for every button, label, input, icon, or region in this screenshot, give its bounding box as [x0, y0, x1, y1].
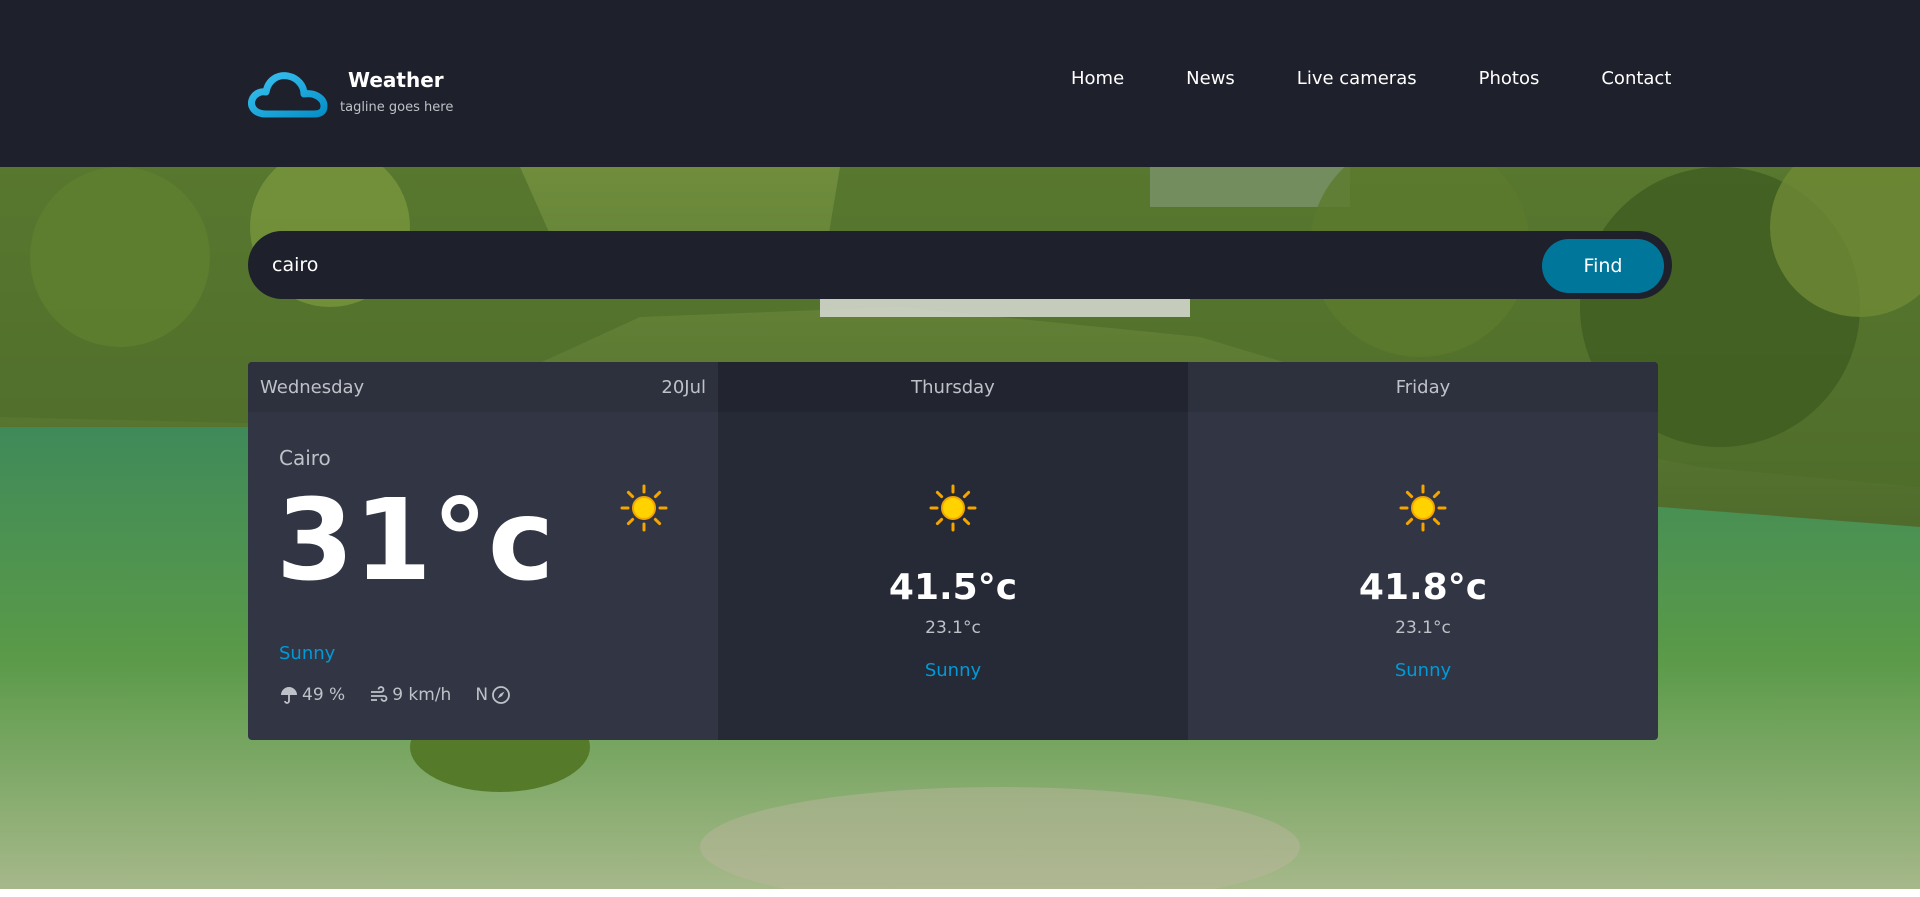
forecast-day-name: Thursday — [911, 376, 995, 398]
today-day: Wednesday — [260, 376, 365, 398]
brand-tagline: tagline goes here — [340, 100, 454, 115]
humidity-value: 49 % — [302, 685, 346, 705]
nav-contact[interactable]: Contact — [1601, 68, 1671, 89]
forecast-table: Wednesday 20Jul Cairo 31°c Sunny 49 % 9 … — [248, 362, 1658, 740]
nav-live-cameras[interactable]: Live cameras — [1297, 68, 1417, 89]
max-temperature: 41.8°c — [1358, 567, 1488, 608]
brand-name[interactable]: Weather — [348, 68, 444, 92]
forecast-day-header: Thursday — [718, 362, 1188, 412]
wind-icon — [371, 686, 388, 702]
sun-icon — [620, 484, 668, 532]
nav-home[interactable]: Home — [1071, 68, 1124, 89]
today-forecast: Wednesday 20Jul Cairo 31°c Sunny 49 % 9 … — [248, 362, 718, 740]
min-temperature: 23.1°c — [925, 618, 981, 638]
today-date: 20Jul — [661, 376, 706, 398]
current-temperature: 31°c — [276, 476, 555, 606]
find-button[interactable]: Find — [1542, 239, 1664, 293]
nav-photos[interactable]: Photos — [1479, 68, 1540, 89]
today-header: Wednesday 20Jul — [248, 362, 718, 412]
forecast-day-header: Friday — [1188, 362, 1658, 412]
today-condition: Sunny — [279, 643, 336, 664]
forecast-condition: Sunny — [924, 660, 982, 681]
forecast-condition: Sunny — [1394, 660, 1452, 681]
today-details: 49 % 9 km/h N — [279, 685, 538, 705]
forecast-day-name: Friday — [1395, 376, 1451, 398]
compass-icon — [492, 686, 510, 704]
max-temperature: 41.5°c — [888, 567, 1018, 608]
site-header: Weather tagline goes here Home News Live… — [0, 0, 1920, 167]
humidity: 49 % — [279, 685, 345, 705]
wind-direction-value: N — [475, 685, 489, 705]
main-nav: Home News Live cameras Photos Contact — [1071, 68, 1671, 89]
wind-direction: N — [475, 685, 514, 705]
wind-speed-value: 9 km/h — [392, 685, 452, 705]
wind-speed: 9 km/h — [369, 685, 451, 705]
sun-icon — [929, 484, 977, 532]
forecast-day: Friday 41.8°c 23.1°c Sunny — [1188, 362, 1658, 740]
forecast-day: Thursday 41.5°c 23.1°c Sunny — [718, 362, 1188, 740]
umbrella-icon — [281, 687, 297, 704]
min-temperature: 23.1°c — [1395, 618, 1451, 638]
search-bar: Find — [248, 231, 1672, 299]
search-input[interactable] — [272, 245, 1532, 285]
nav-news[interactable]: News — [1186, 68, 1235, 89]
hero-section: Find Wednesday 20Jul Cairo 31°c Sunny — [0, 167, 1920, 889]
sun-icon — [1399, 484, 1447, 532]
location-name: Cairo — [279, 446, 331, 470]
cloud-logo-icon[interactable] — [248, 70, 328, 120]
